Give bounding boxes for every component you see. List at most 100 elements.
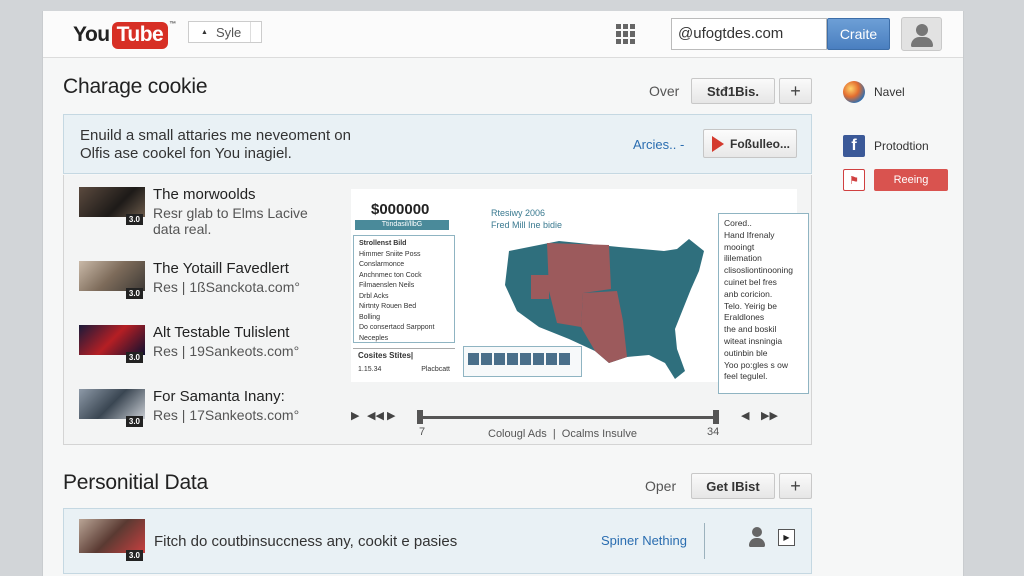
report-title-line-2: Fred Mill Ine bidie — [491, 220, 563, 230]
video-item[interactable]: 3.0 The Yotaill Favedlert Res | 1ßSancko… — [79, 260, 319, 307]
forward-icon[interactable]: ▶ — [387, 409, 395, 422]
infographic-report-title: Rtesiwy 2006 Fred Mill Ine bidie — [491, 207, 562, 231]
legend-foot-row: 1.15.34 Placbcatt — [358, 366, 450, 373]
personal-data-row: 3.0 Fitch do coutbinsuccness any, cookit… — [63, 508, 812, 574]
video-title[interactable]: Alt Testable Tulislent — [153, 324, 289, 341]
rail-item-label: Protodtion — [874, 139, 929, 153]
facebook-icon: f — [843, 135, 865, 157]
video-thumbnail[interactable]: 3.0 — [79, 325, 145, 363]
video-thumbnail[interactable]: 3.0 — [79, 187, 145, 225]
legend-footer: Cosites Stites| 1.15.34 Placbcatt — [353, 348, 455, 380]
rail-item-protodtion[interactable]: f Protodtion — [843, 135, 929, 157]
video-title[interactable]: The morwoolds — [153, 186, 256, 203]
legend-item: Filmaenslen Neils — [359, 282, 415, 289]
legend-header: Strollenst Bild — [359, 240, 407, 247]
follow-button-label: Foßulleo... — [730, 136, 790, 151]
map-infographic[interactable]: $000000 Ttindasil/llbG Rtesiwy 2006 Fred… — [351, 189, 809, 394]
play-icon[interactable]: ▶ — [351, 409, 359, 422]
legend-item: Himmer Sniite Poss — [359, 250, 421, 258]
duration-badge: 3.0 — [125, 352, 143, 363]
globe-icon — [843, 81, 865, 103]
video-thumbnail[interactable]: 3.0 — [79, 261, 145, 299]
follow-button[interactable]: Foßulleo... — [703, 129, 797, 158]
legend-foot-title: Cosites Stites| — [358, 351, 414, 360]
user-icon-head — [916, 24, 928, 36]
page-frame: You Tube ™ ▲ Syle @ufogtdes.com Craite C… — [42, 11, 964, 576]
legend-foot-right: Placbcatt — [421, 366, 450, 373]
duration-badge: 3.0 — [125, 288, 143, 299]
seek-handle-start[interactable] — [417, 410, 423, 424]
notice-line-2: Olfis ase cookel fon You inagiel. — [80, 145, 292, 162]
video-title[interactable]: The Yotaill Favedlert — [153, 260, 289, 277]
create-button[interactable]: Craite — [827, 18, 890, 50]
logo-tube-text: Tube — [111, 21, 169, 49]
person-icon[interactable] — [747, 527, 767, 553]
user-avatar-button[interactable] — [901, 17, 942, 51]
infographic-bar-label: Ttindasil/llbG — [355, 220, 449, 230]
user-icon-body — [911, 37, 933, 47]
apps-grid-icon[interactable] — [616, 24, 635, 44]
reeing-button[interactable]: Reeing — [874, 169, 948, 191]
style-select-value: Syle — [215, 24, 242, 40]
seek-end-value: 34 — [707, 426, 720, 438]
get-list-button[interactable]: Get IBist — [691, 473, 775, 499]
play-icon — [712, 135, 724, 152]
select-divider — [250, 22, 251, 42]
video-meta: Res | 19Sankeots.com° — [153, 343, 300, 359]
thumbnail-strip[interactable] — [463, 346, 582, 377]
video-meta-line-2: data real. — [153, 221, 212, 237]
youtube-logo[interactable]: You Tube ™ — [73, 21, 176, 49]
legend-item: Bolling — [359, 313, 381, 321]
infographic-price: $000000 — [371, 201, 430, 218]
section-action-button[interactable]: Stđ1Bis. — [691, 78, 775, 104]
logo-you-text: You — [73, 23, 110, 46]
video-item[interactable]: 3.0 Alt Testable Tulislent Res | 19Sanke… — [79, 324, 319, 371]
legend-item: Do consertacd Sarppont — [359, 324, 435, 331]
duration-badge: 3.0 — [125, 214, 143, 225]
legend-item: Anchnmec ton Cock — [359, 271, 422, 279]
prev-icon[interactable]: ◀ — [741, 409, 749, 422]
report-title-line-1: Rtesiwy 2006 — [491, 208, 546, 218]
rewind-icon[interactable]: ◀◀ — [367, 409, 384, 422]
legend-item: Drbl Acks — [359, 292, 389, 300]
cookie-notice: Enuild a small attaries me neveoment on … — [63, 114, 812, 174]
notice-text: Enuild a small attaries me neveoment on … — [80, 127, 351, 163]
alert-icon: ⚑ — [843, 169, 865, 191]
rail-item-navel[interactable]: Navel — [843, 81, 905, 103]
rail-item-reeing[interactable]: ⚑ Reeing — [843, 169, 948, 191]
video-meta-line-1: Resr glab to Elms Lacive — [153, 205, 308, 221]
triangle-up-icon: ▲ — [201, 28, 208, 36]
legend-item: Conslarmonce — [359, 261, 405, 268]
duration-badge: 3.0 — [125, 416, 143, 427]
video-thumbnail[interactable]: 3.0 — [79, 519, 145, 561]
video-item[interactable]: 3.0 The morwoolds Resr glab to Elms Laci… — [79, 186, 319, 237]
video-item[interactable]: 3.0 For Samanta Inany: Res | 17Sankeots.… — [79, 388, 319, 435]
player-controls: ▶ ◀◀ ▶ 7 34 Colougl Ads | Ocalms Insulve… — [351, 407, 797, 440]
duration-badge: 3.0 — [125, 550, 143, 561]
search-input[interactable]: @ufogtdes.com — [671, 18, 827, 50]
seek-handle-end[interactable] — [713, 410, 719, 424]
top-bar: You Tube ™ ▲ Syle @ufogtdes.com Craite — [43, 11, 963, 58]
legend-foot-left: 1.15.34 — [358, 366, 382, 373]
add-button[interactable]: + — [779, 473, 812, 499]
video-thumbnail[interactable]: 3.0 — [79, 389, 145, 427]
section-title-cookie: Charage cookie — [63, 75, 208, 98]
section-over-label: Oper — [645, 478, 677, 494]
personal-data-link[interactable]: Spiner Nething — [601, 533, 687, 548]
map-region-maroon-west — [531, 275, 549, 299]
infographic-legend: Strollenst Bild Himmer Sniite Poss Consl… — [353, 235, 455, 343]
articles-dropdown[interactable]: Arcies.. - — [633, 137, 684, 152]
video-title[interactable]: For Samanta Inany: — [153, 388, 285, 405]
expand-icon[interactable]: ▶ — [778, 529, 795, 546]
next-icon[interactable]: ▶▶ — [761, 409, 778, 422]
infographic-side-note: Cored.. Hand Ifrenaly mooingt ililematio… — [718, 213, 809, 394]
seek-track[interactable] — [421, 416, 717, 419]
logo-tm: ™ — [169, 21, 176, 28]
section-title-personal-data: Personitial Data — [63, 471, 209, 494]
video-meta: Res | 1ßSanckota.com° — [153, 279, 300, 295]
add-button[interactable]: + — [779, 78, 812, 104]
style-select[interactable]: ▲ Syle — [188, 21, 262, 43]
notice-line-1: Enuild a small attaries me neveoment on — [80, 127, 351, 144]
divider — [704, 523, 705, 559]
legend-item: Neceples — [359, 334, 389, 342]
